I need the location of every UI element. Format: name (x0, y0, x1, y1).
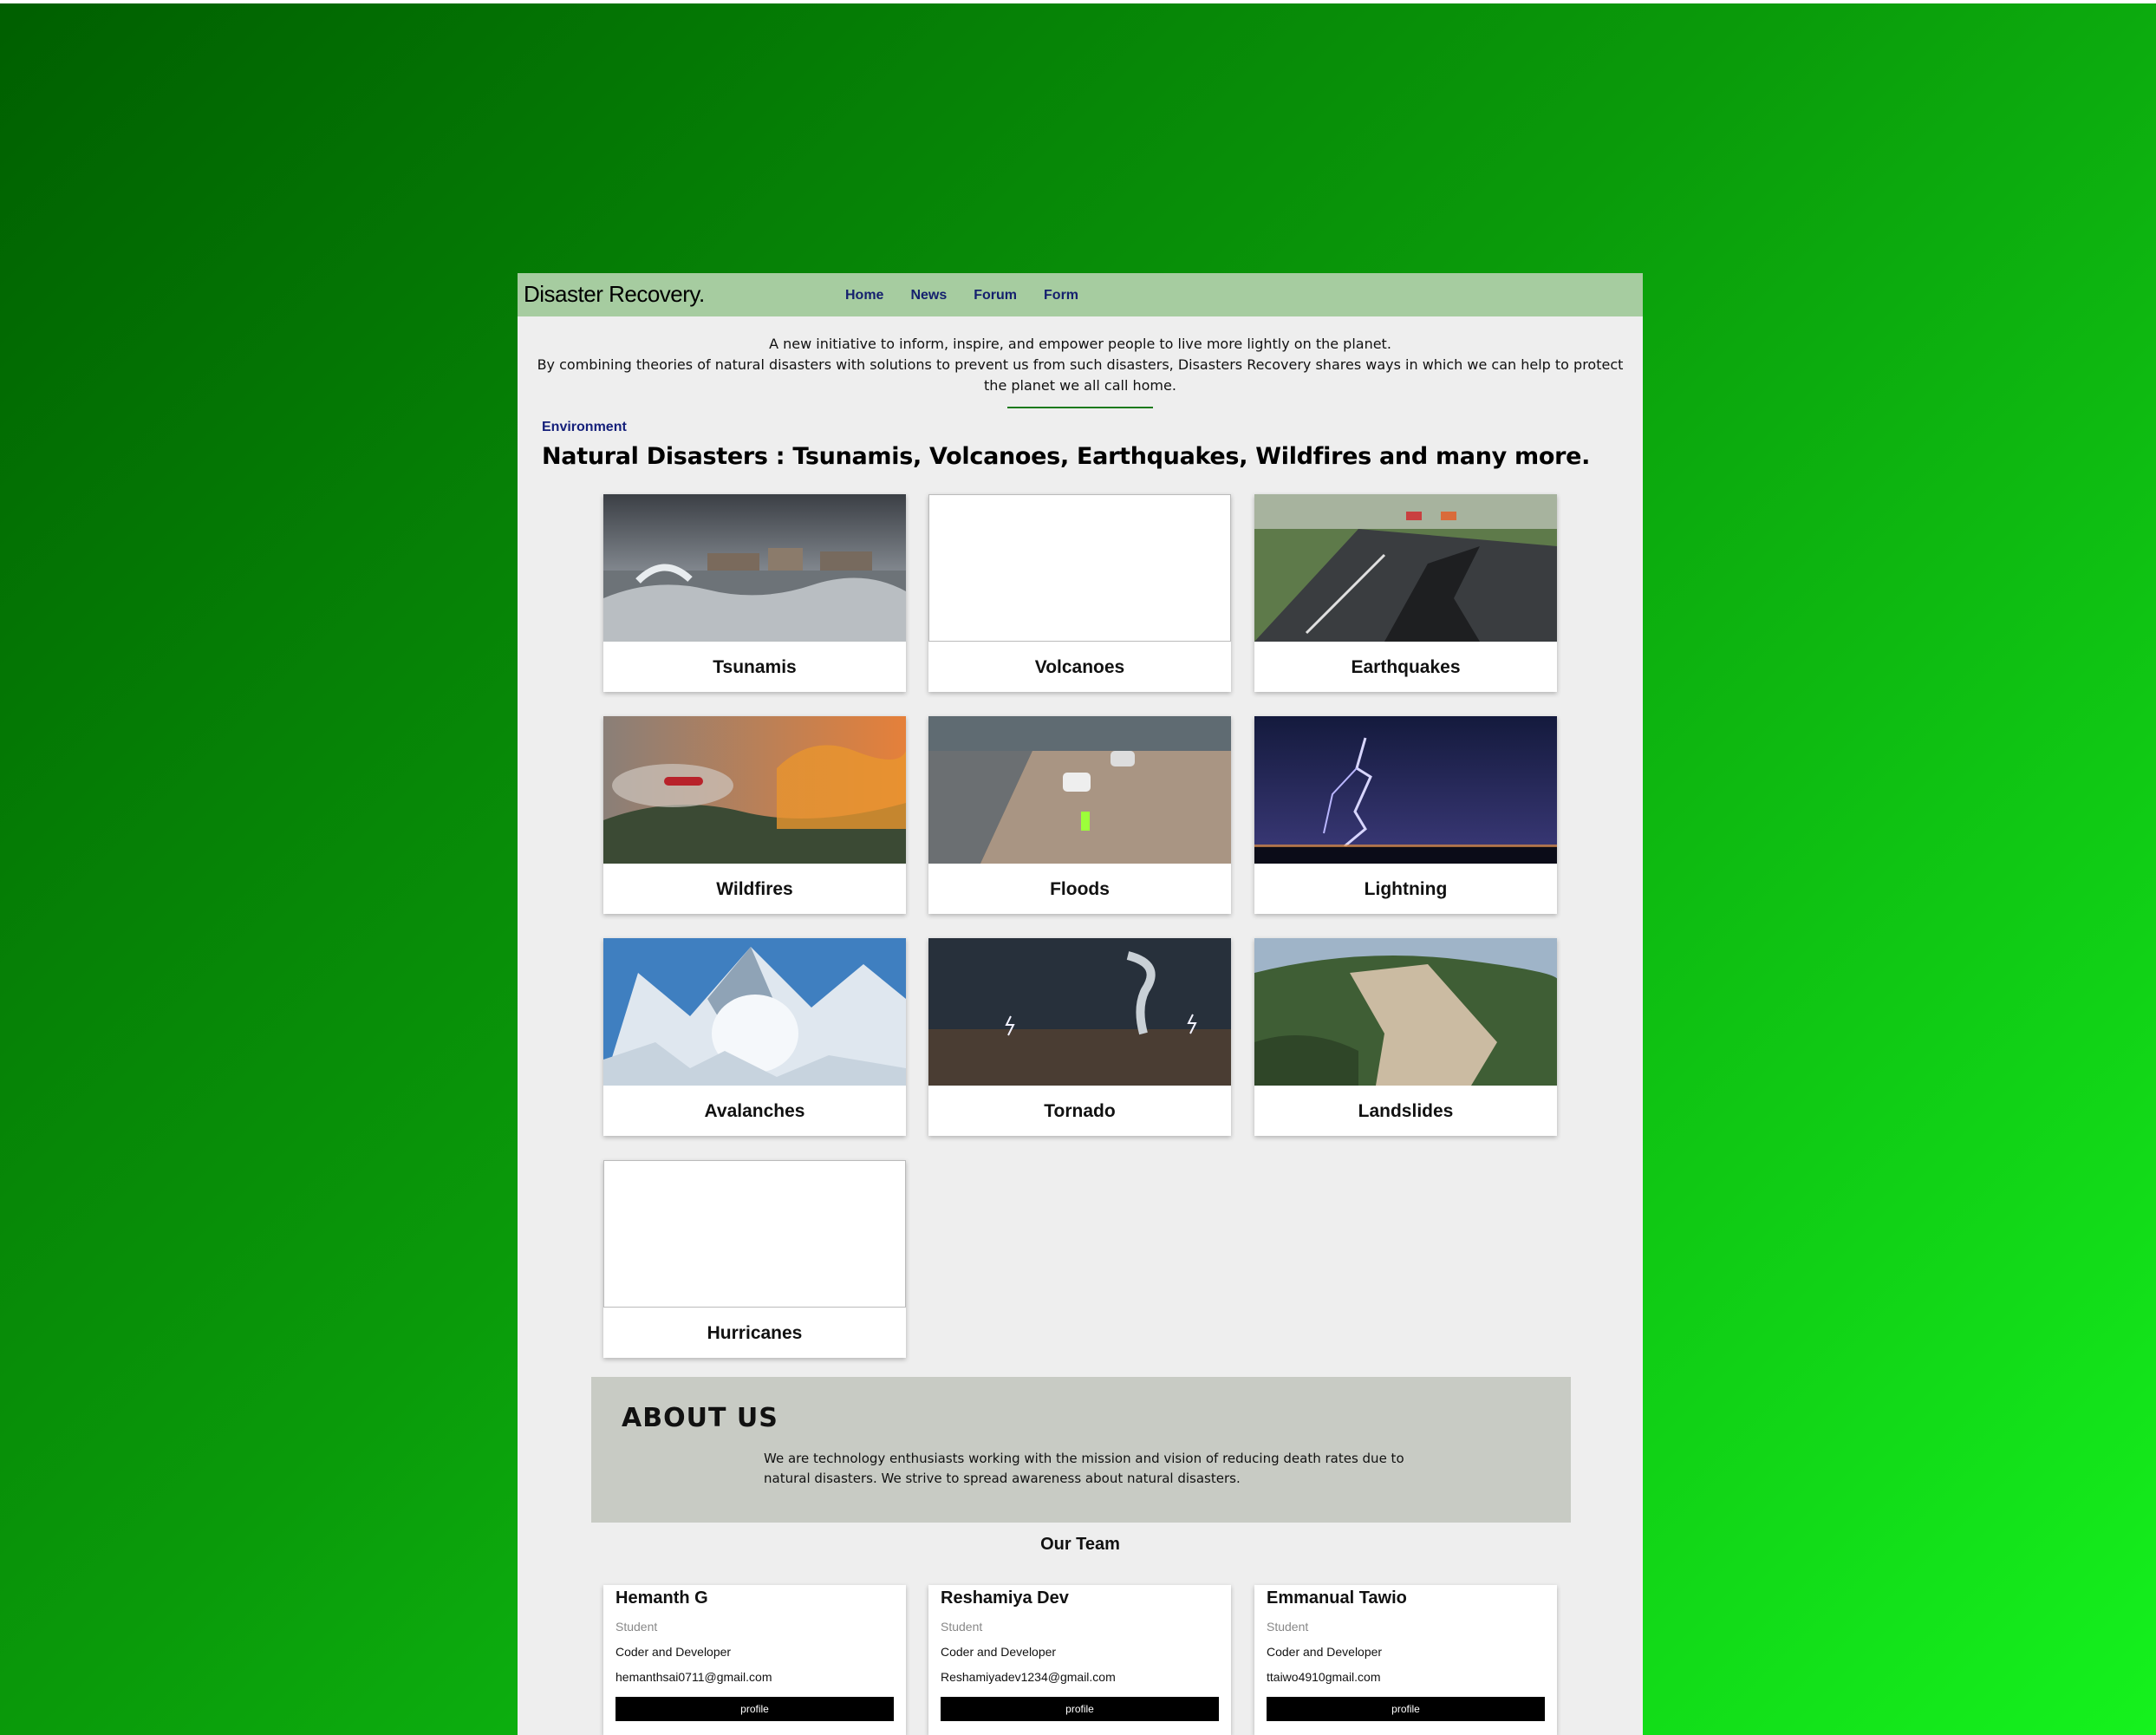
brand-logo[interactable]: Disaster Recovery. (524, 281, 705, 308)
member-email: Reshamiyadev1234@gmail.com (941, 1670, 1116, 1684)
team-card: Emmanual Tawio Student Coder and Develop… (1254, 1585, 1557, 1735)
earthquake-image (1254, 494, 1557, 642)
disaster-label: Floods (1050, 879, 1110, 899)
intro-line-2: By combining theories of natural disaste… (537, 356, 1624, 394)
tsunami-image (603, 494, 906, 642)
member-role: Student (941, 1620, 983, 1634)
disaster-label: Tornado (1044, 1101, 1116, 1121)
lightning-image (1254, 716, 1557, 864)
nav-forum[interactable]: Forum (974, 288, 1017, 303)
member-role: Student (616, 1620, 658, 1634)
about-title: ABOUT US (622, 1403, 778, 1433)
profile-button[interactable]: profile (616, 1697, 894, 1721)
team-title: Our Team (1040, 1535, 1120, 1554)
team-card: Reshamiya Dev Student Coder and Develope… (928, 1585, 1231, 1735)
landslide-image (1254, 938, 1557, 1086)
nav-news[interactable]: News (910, 288, 947, 303)
disaster-card-tornado[interactable]: Tornado (928, 938, 1231, 1136)
category-label[interactable]: Environment (542, 420, 627, 435)
disaster-card-hurricanes[interactable]: Hurricanes (603, 1160, 906, 1358)
profile-button[interactable]: profile (1267, 1697, 1545, 1721)
disaster-label: Landslides (1358, 1101, 1454, 1121)
wildfire-image (603, 716, 906, 864)
disaster-label: Avalanches (704, 1101, 805, 1121)
flood-image (928, 716, 1231, 864)
page-container: Disaster Recovery. Home News Forum Form … (518, 273, 1643, 1735)
intro-text: A new initiative to inform, inspire, and… (535, 334, 1625, 396)
about-text: We are technology enthusiasts working wi… (764, 1451, 1404, 1486)
volcano-image-placeholder (928, 494, 1231, 642)
disaster-label: Tsunamis (713, 657, 797, 677)
disaster-card-landslides[interactable]: Landslides (1254, 938, 1557, 1136)
disaster-label: Lightning (1364, 879, 1448, 899)
disaster-card-earthquakes[interactable]: Earthquakes (1254, 494, 1557, 692)
hurricane-image-placeholder (603, 1160, 906, 1308)
tornado-image (928, 938, 1231, 1086)
intro-divider (1007, 407, 1153, 408)
brand-bold: Disaster (524, 281, 603, 307)
disaster-card-wildfires[interactable]: Wildfires (603, 716, 906, 914)
member-name: Reshamiya Dev (941, 1588, 1069, 1608)
disaster-card-tsunamis[interactable]: Tsunamis (603, 494, 906, 692)
member-role: Student (1267, 1620, 1309, 1634)
disaster-card-volcanoes[interactable]: Volcanoes (928, 494, 1231, 692)
member-email: hemanthsai0711@gmail.com (616, 1670, 772, 1684)
member-name: Emmanual Tawio (1267, 1588, 1407, 1608)
disaster-label: Wildfires (716, 879, 793, 899)
intro-line-1: A new initiative to inform, inspire, and… (769, 336, 1391, 352)
nav-links: Home News Forum Form (845, 288, 1105, 303)
disaster-card-lightning[interactable]: Lightning (1254, 716, 1557, 914)
top-edge (0, 0, 2156, 3)
disaster-label: Volcanoes (1034, 657, 1125, 677)
profile-button[interactable]: profile (941, 1697, 1219, 1721)
member-description: Coder and Developer (616, 1645, 732, 1659)
member-name: Hemanth G (616, 1588, 708, 1608)
disaster-label: Hurricanes (707, 1323, 803, 1343)
team-card: Hemanth G Student Coder and Developer he… (603, 1585, 906, 1735)
brand-light: Recovery. (609, 281, 705, 307)
member-email: ttaiwo4910gmail.com (1267, 1670, 1381, 1684)
nav-form[interactable]: Form (1044, 288, 1078, 303)
member-description: Coder and Developer (941, 1645, 1057, 1659)
about-us-section: ABOUT US We are technology enthusiasts w… (591, 1377, 1571, 1523)
navbar: Disaster Recovery. Home News Forum Form (518, 273, 1643, 316)
avalanche-image (603, 938, 906, 1086)
disaster-label: Earthquakes (1351, 657, 1461, 677)
disaster-card-floods[interactable]: Floods (928, 716, 1231, 914)
nav-home[interactable]: Home (845, 288, 883, 303)
disaster-card-avalanches[interactable]: Avalanches (603, 938, 906, 1136)
member-description: Coder and Developer (1267, 1645, 1383, 1659)
page-headline: Natural Disasters : Tsunamis, Volcanoes,… (542, 443, 1591, 470)
